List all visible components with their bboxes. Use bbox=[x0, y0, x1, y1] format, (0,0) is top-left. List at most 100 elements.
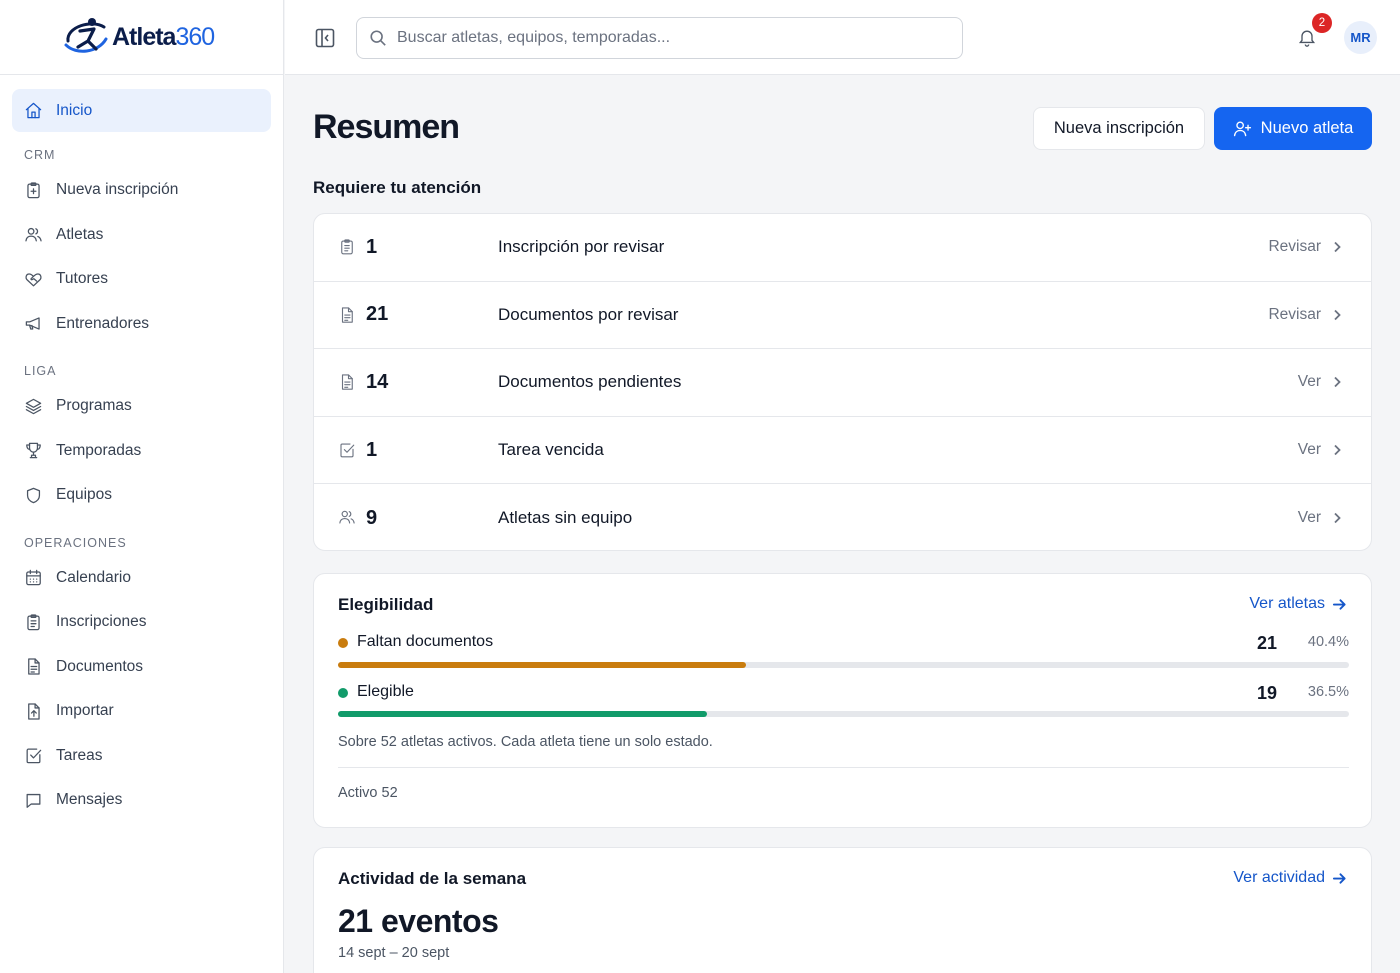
attention-row[interactable]: 9 Atletas sin equipo Ver bbox=[314, 484, 1371, 550]
activity-total: 21 eventos bbox=[338, 903, 499, 939]
new-athlete-button[interactable]: Nuevo atleta bbox=[1214, 107, 1372, 150]
sidebar-item-equipos[interactable]: Equipos bbox=[12, 473, 271, 518]
status-dot bbox=[338, 638, 348, 648]
users-icon bbox=[338, 508, 356, 526]
activity-title: Actividad de la semana bbox=[338, 869, 527, 888]
attention-row[interactable]: 21 Documentos por revisar Revisar bbox=[314, 282, 1371, 350]
notification-count-badge: 2 bbox=[1312, 13, 1332, 33]
new-athlete-label: Nuevo atleta bbox=[1260, 119, 1354, 137]
calendar-icon bbox=[26, 569, 41, 586]
layers-icon bbox=[25, 398, 42, 415]
megaphone-icon bbox=[25, 317, 40, 330]
attention-card: 1 Inscripción por revisar Revisar 21 Doc… bbox=[313, 213, 1372, 551]
topbar: 2 MR bbox=[285, 0, 1400, 75]
sidebar-item-label: Equipos bbox=[56, 486, 113, 504]
clipboard-plus-icon bbox=[27, 182, 40, 199]
page-title: Resumen bbox=[313, 108, 460, 146]
shield-icon bbox=[26, 487, 41, 504]
search-box bbox=[356, 17, 963, 59]
attention-count: 14 bbox=[366, 370, 389, 393]
sidebar-item-label: Nueva inscripción bbox=[56, 181, 179, 199]
sidebar-item-label: Programas bbox=[56, 397, 132, 415]
arrow-right-icon bbox=[1332, 872, 1346, 884]
view-link-label: Ver bbox=[1297, 509, 1321, 527]
weekly-activity-card: Actividad de la semana Ver actividad 21 … bbox=[313, 847, 1372, 973]
sidebar-item-inscripciones[interactable]: Inscripciones bbox=[12, 600, 271, 645]
file-text-icon bbox=[338, 306, 356, 324]
attention-section-title: Requiere tu atención bbox=[313, 178, 482, 197]
active-athletes-summary: Activo 52 bbox=[338, 785, 398, 801]
sidebar-item-inicio[interactable]: Inicio bbox=[12, 89, 271, 132]
attention-label: Documentos por revisar bbox=[498, 304, 679, 324]
attention-label: Inscripción por revisar bbox=[498, 237, 665, 257]
sidebar-item-temporadas[interactable]: Temporadas bbox=[12, 429, 271, 474]
user-avatar[interactable]: MR bbox=[1344, 21, 1377, 54]
review-link-label: Revisar bbox=[1268, 238, 1321, 256]
sidebar-item-calendario[interactable]: Calendario bbox=[12, 556, 271, 601]
sidebar-item-entrenadores[interactable]: Entrenadores bbox=[12, 302, 271, 347]
sidebar-item-tutores[interactable]: Tutores bbox=[12, 257, 271, 302]
attention-label: Atletas sin equipo bbox=[498, 508, 633, 528]
view-athletes-label: Ver atletas bbox=[1249, 595, 1325, 612]
search-icon bbox=[370, 30, 386, 46]
sidebar-toggle-button[interactable] bbox=[315, 28, 335, 48]
view-athletes-link[interactable]: Ver atletas bbox=[1249, 595, 1347, 613]
arrow-right-icon bbox=[1332, 598, 1346, 610]
activity-date-range: 14 sept – 20 sept bbox=[338, 945, 450, 961]
view-link-label: Ver bbox=[1297, 441, 1321, 459]
review-link-label: Revisar bbox=[1268, 305, 1321, 323]
view-activity-link[interactable]: Ver actividad bbox=[1233, 869, 1347, 887]
review-link[interactable]: Revisar bbox=[1268, 238, 1343, 256]
sidebar-item-nueva-inscripcion[interactable]: Nueva inscripción bbox=[12, 168, 271, 213]
panel-collapse-icon bbox=[315, 28, 335, 48]
progress-track bbox=[338, 711, 1349, 717]
chevron-right-icon bbox=[1334, 377, 1341, 388]
clipboard-list-icon bbox=[27, 614, 40, 631]
view-link[interactable]: Ver bbox=[1298, 441, 1343, 459]
divider bbox=[338, 767, 1349, 768]
eligibility-count: 21 bbox=[1256, 633, 1277, 653]
view-link[interactable]: Ver bbox=[1298, 509, 1343, 527]
sidebar-item-label: Calendario bbox=[56, 568, 131, 586]
search-input[interactable] bbox=[397, 29, 937, 47]
sidebar-item-importar[interactable]: Importar bbox=[12, 689, 271, 734]
eligibility-row-eligible: Elegible 19 36.5% bbox=[338, 683, 1349, 703]
eligibility-card: Elegibilidad Ver atletas Faltan document… bbox=[313, 573, 1372, 828]
home-icon bbox=[25, 102, 42, 119]
athlete-logo-icon bbox=[64, 18, 108, 53]
message-icon bbox=[26, 793, 41, 808]
attention-row[interactable]: 1 Inscripción por revisar Revisar bbox=[314, 214, 1371, 282]
checkbox-icon bbox=[338, 441, 356, 459]
progress-fill bbox=[338, 711, 707, 717]
sidebar-item-programas[interactable]: Programas bbox=[12, 384, 271, 429]
sidebar-item-documentos[interactable]: Documentos bbox=[12, 645, 271, 690]
clipboard-icon bbox=[338, 238, 356, 256]
status-dot bbox=[338, 688, 348, 698]
attention-count: 9 bbox=[366, 506, 378, 529]
sidebar-item-tareas[interactable]: Tareas bbox=[12, 734, 271, 779]
new-enrollment-button[interactable]: Nueva inscripción bbox=[1033, 107, 1205, 150]
chevron-right-icon bbox=[1334, 242, 1341, 253]
eligibility-status-name: Elegible bbox=[357, 683, 414, 700]
chevron-right-icon bbox=[1334, 309, 1341, 321]
attention-count: 21 bbox=[366, 303, 389, 326]
brand-name: Atleta360 bbox=[112, 22, 215, 51]
file-upload-icon bbox=[28, 703, 40, 720]
review-link[interactable]: Revisar bbox=[1268, 306, 1343, 324]
sidebar-item-mensajes[interactable]: Mensajes bbox=[12, 778, 271, 823]
eligibility-row-missing-docs: Faltan documentos 21 40.4% bbox=[338, 633, 1349, 653]
view-activity-label: Ver actividad bbox=[1233, 869, 1325, 886]
sidebar-item-label: Importar bbox=[56, 702, 114, 720]
eligibility-title: Elegibilidad bbox=[338, 595, 434, 614]
eligibility-percent: 36.5% bbox=[1307, 684, 1349, 700]
nav-section-operaciones: OPERACIONES bbox=[24, 535, 127, 550]
sidebar-item-label: Mensajes bbox=[56, 791, 123, 809]
attention-row[interactable]: 1 Tarea vencida Ver bbox=[314, 417, 1371, 485]
brand-logo[interactable]: Atleta360 bbox=[62, 15, 215, 59]
sidebar-item-atletas[interactable]: Atletas bbox=[12, 213, 271, 258]
attention-row[interactable]: 14 Documentos pendientes Ver bbox=[314, 349, 1371, 417]
eligibility-note: Sobre 52 atletas activos. Cada atleta ti… bbox=[338, 734, 713, 750]
chevron-right-icon bbox=[1334, 513, 1341, 524]
sidebar-item-label: Entrenadores bbox=[56, 314, 150, 332]
view-link[interactable]: Ver bbox=[1298, 373, 1343, 391]
